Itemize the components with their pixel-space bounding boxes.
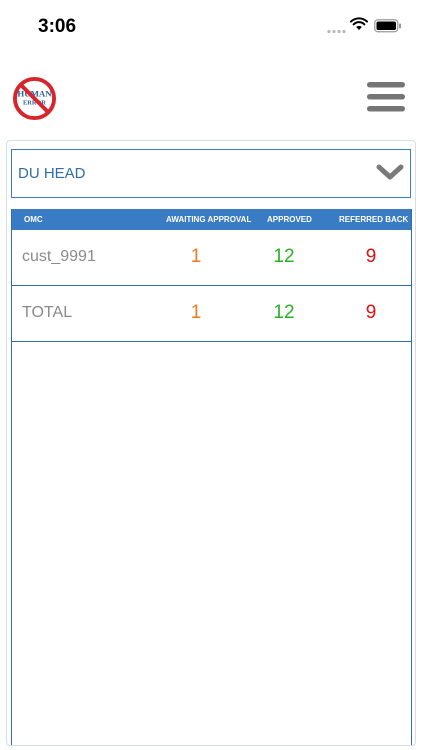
- table-total-row: TOTAL 1 12 9: [12, 286, 411, 342]
- cellular-signal-icon: [327, 29, 346, 34]
- role-dropdown[interactable]: DU HEAD: [11, 149, 411, 198]
- omc-name: cust_9991: [22, 248, 96, 265]
- column-header-awaiting-approval: AWAITING APPROVAL: [166, 215, 252, 224]
- battery-icon: [374, 19, 401, 33]
- column-header-referred-back: REFERRED BACK: [339, 215, 409, 224]
- approval-table: OMC AWAITING APPROVAL APPROVED REFERRED …: [11, 209, 412, 745]
- menu-button[interactable]: [366, 80, 406, 114]
- total-referred-back-count: 9: [365, 302, 377, 323]
- status-time: 3:06: [38, 16, 77, 37]
- column-header-omc: OMC: [24, 215, 43, 224]
- dropdown-selected-value: DU HEAD: [18, 165, 86, 182]
- status-bar: 3:06: [0, 0, 422, 54]
- chevron-down-icon: [376, 164, 404, 180]
- table-header: OMC AWAITING APPROVAL APPROVED REFERRED …: [12, 209, 411, 230]
- referred-back-count: 9: [365, 246, 377, 267]
- wifi-icon: [350, 17, 368, 30]
- total-label: TOTAL: [22, 304, 73, 321]
- table-row[interactable]: cust_9991 1 12 9: [12, 230, 411, 286]
- awaiting-approval-count: 1: [190, 246, 202, 267]
- total-awaiting-approval-count: 1: [190, 302, 202, 323]
- column-header-approved: APPROVED: [267, 215, 312, 224]
- approved-count: 12: [273, 246, 295, 267]
- total-approved-count: 12: [273, 302, 295, 323]
- app-logo: HUMAN ERROR: [12, 76, 57, 121]
